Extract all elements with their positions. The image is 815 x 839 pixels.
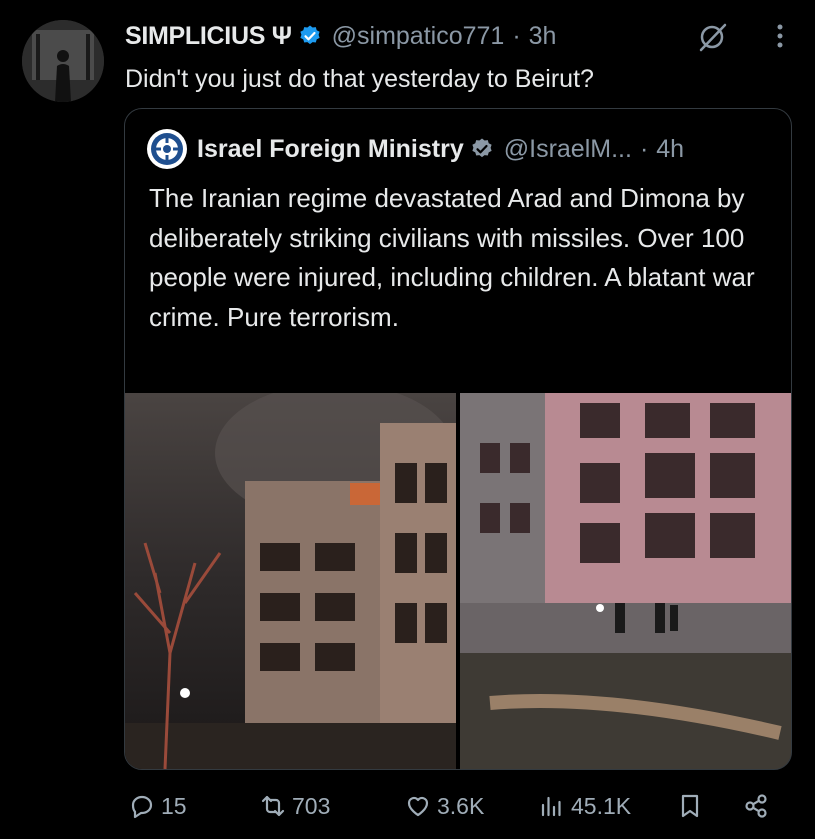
author-handle[interactable]: @simpatico771: [332, 22, 505, 51]
reply-icon: [131, 795, 153, 819]
share-button[interactable]: [742, 786, 775, 826]
tweet-header: SIMPLICIUS Ψ @simpatico771 · 3h: [125, 18, 795, 54]
tweet-text: Didn't you just do that yesterday to Bei…: [125, 65, 594, 93]
repost-count: 703: [292, 792, 331, 819]
quoted-header: Israel Foreign Ministry @IsraelM... · 4h: [147, 129, 773, 169]
verified-badge-icon: [300, 25, 320, 45]
views-button[interactable]: 45.1K: [538, 786, 631, 826]
bookmark-icon: [681, 794, 699, 818]
like-count: 3.6K: [437, 792, 485, 819]
separator-dot: ·: [512, 21, 521, 50]
separator-dot: ·: [639, 134, 649, 163]
author-name[interactable]: SIMPLICIUS Ψ: [125, 22, 292, 51]
reply-count: 15: [161, 792, 187, 819]
quoted-media: [125, 393, 791, 769]
ministry-emblem-icon: [151, 133, 183, 165]
repost-button[interactable]: 703: [259, 786, 330, 826]
more-icon[interactable]: [775, 20, 785, 52]
grok-icon[interactable]: [696, 22, 730, 52]
verified-badge-icon: [472, 138, 492, 158]
like-icon: [407, 796, 429, 817]
quoted-author-name[interactable]: Israel Foreign Ministry: [197, 135, 464, 164]
like-button[interactable]: 3.6K: [404, 786, 484, 826]
views-count: 45.1K: [571, 792, 632, 819]
bookmark-button[interactable]: [676, 786, 709, 826]
views-icon: [541, 796, 561, 817]
author-avatar[interactable]: [22, 20, 104, 102]
quoted-avatar[interactable]: [147, 129, 187, 169]
timestamp[interactable]: 3h: [529, 22, 557, 51]
repost-icon: [261, 795, 285, 817]
quoted-text: The Iranian regime devastated Arad and D…: [149, 183, 755, 332]
quoted-timestamp[interactable]: 4h: [656, 135, 684, 164]
photo-damaged-building-pink[interactable]: [460, 393, 791, 769]
quoted-tweet[interactable]: Israel Foreign Ministry @IsraelM... · 4h…: [124, 108, 792, 770]
photo-damaged-building-night[interactable]: [125, 393, 456, 769]
reply-button[interactable]: 15: [128, 786, 187, 826]
share-icon: [745, 794, 767, 818]
quoted-handle[interactable]: @IsraelM...: [504, 135, 632, 164]
action-bar: 15 703 3.6K 45.1K: [128, 786, 795, 826]
